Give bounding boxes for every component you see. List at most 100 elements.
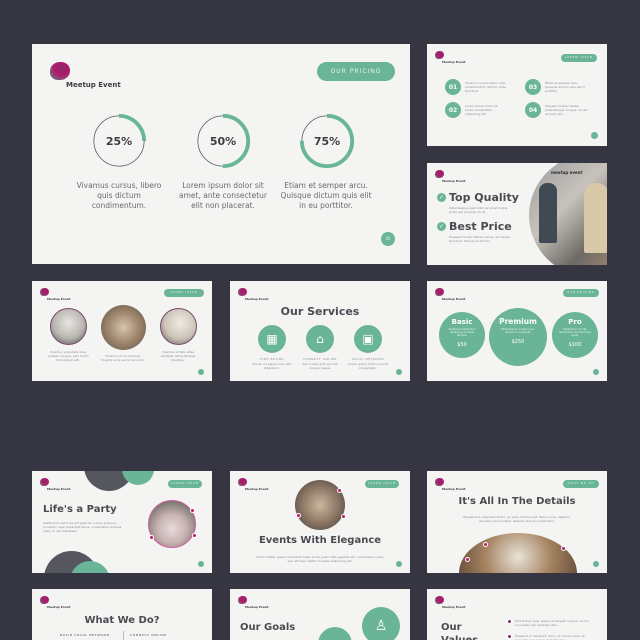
slide-what-we-do[interactable]: Meetup Event What We Do? Build Local Net… — [32, 589, 212, 640]
logo-mark-icon — [435, 596, 444, 604]
stat-ring-50: 50% — [194, 112, 252, 170]
photo-handle — [483, 542, 488, 547]
feature-text: Praesent mollis dictum lectus, qui fames… — [449, 235, 510, 243]
slide-pricing-stats[interactable]: Meetup Event Our Pricing 25% 50% 75% Viv… — [32, 44, 410, 264]
slide-title: Events With Elegance — [258, 535, 382, 546]
brand-name: Meetup Event — [47, 605, 71, 609]
brand-logo: Meetup Event — [435, 170, 495, 188]
list-number: 02 — [445, 102, 461, 118]
photo-handle — [465, 557, 470, 562]
logo-mark-icon — [50, 62, 70, 80]
plan-name: Basic — [451, 318, 473, 326]
slide-lifes-a-party[interactable]: Meetup Event Lorem ipsum Life's a Party … — [32, 471, 212, 573]
plan-basic[interactable]: Basic Vestibulum bibendum adipiscing sit… — [439, 312, 485, 358]
brand-logo: Meetup Event — [40, 288, 100, 306]
slide-text: Phasellus a imperdiet tortor, ac vena rh… — [463, 515, 571, 523]
logo-mark-icon — [435, 288, 444, 296]
slide-pricing-plans[interactable]: Meetup Event Our Pricing Basic Vestibulu… — [427, 281, 607, 381]
plan-price: $50 — [457, 342, 467, 348]
team-photo: meetup event — [529, 163, 607, 265]
slide-text: Vestibulum vehicula elit eget leo cursus… — [43, 521, 122, 533]
brand-logo: Meetup Event — [238, 288, 298, 306]
photo-handle — [337, 488, 342, 493]
brand-name: Meetup Event — [245, 297, 269, 301]
slide-title-line2: Values — [441, 635, 478, 640]
slide-our-values[interactable]: Meetup Event Our Values Sed dictum quis,… — [427, 589, 607, 640]
page-number-badge — [396, 561, 402, 567]
slide-photo-gallery[interactable]: Meetup Event Lorem ipsum Vivamus vulputa… — [32, 281, 212, 381]
slide-our-services[interactable]: Meetup Event Our Services ▦ ⌂ ▣ Time Bou… — [230, 281, 410, 381]
award-icon: ♙ — [362, 607, 400, 640]
check-icon: ✓ — [437, 222, 446, 231]
plan-pro[interactable]: Pro Vestibulum ut odio fermentum, tincid… — [552, 312, 598, 358]
stat-ring-25: 25% — [90, 112, 148, 170]
slide-events-elegance[interactable]: Meetup Event Lorem ipsum Events With Ele… — [230, 471, 410, 573]
header-pill-button[interactable]: Lorem ipsum — [168, 480, 202, 488]
brand-logo: Meetup Event — [435, 596, 495, 614]
list-item-text: Etiam et semper arcu, Quisque dictum qui… — [545, 81, 586, 93]
value-text: Praesent in hendrerit dolor, ut luctus l… — [515, 634, 585, 640]
header-pill-button[interactable]: Lorem ipsum — [561, 54, 597, 62]
devices-icon: ▣ — [354, 325, 382, 353]
header-pill-button[interactable]: Our Pricing — [563, 289, 599, 297]
logo-mark-icon — [40, 288, 49, 296]
service-text: Donec eu sapien sed nam bibendum. — [252, 362, 292, 370]
brand-name: Meetup Event — [47, 297, 71, 301]
plan-price: $100 — [568, 342, 582, 348]
list-item-text: Aliquam neque massa, pellentesque congue… — [545, 104, 588, 116]
stat-label: 75% — [313, 134, 341, 148]
logo-mark-icon — [238, 288, 247, 296]
slide-quality-price[interactable]: Meetup Event meetup event ✓ Top Quality … — [427, 163, 607, 265]
header-pill-button[interactable]: What We Do — [563, 480, 599, 488]
header-pill-button[interactable]: Lorem ipsum — [164, 289, 204, 297]
column-heading: Connect Online — [130, 633, 167, 637]
list-item-text: Lorem ipsum dolor sit amet, consectetur … — [465, 104, 498, 116]
list-item-text: Vivamus cursus libero quis condimentum d… — [465, 81, 506, 93]
brand-name: Meetup Event — [245, 487, 269, 491]
list-number: 01 — [445, 79, 461, 95]
list-number: 03 — [525, 79, 541, 95]
plan-premium[interactable]: Premium Pellentesque in ante lacus, laci… — [489, 308, 547, 366]
plan-name: Pro — [568, 318, 582, 326]
plan-text: Pellentesque in ante lacus, lacinia id c… — [501, 328, 535, 334]
brand-name: Meetup Event — [442, 487, 466, 491]
slide-numbered-list[interactable]: Meetup Event Lorem ipsum 01 Vivamus curs… — [427, 44, 607, 146]
value-text: Sed dictum quis, ipsum et feugiat congue… — [515, 619, 589, 627]
slide-text: Morbi mattis, ipsum hendrerit mollis por… — [256, 555, 384, 563]
brand-name: Meetup Event — [442, 179, 466, 183]
slide-details[interactable]: Meetup Event What We Do It's All In The … — [427, 471, 607, 573]
stat-text: Lorem ipsum dolor sit amet, ante consect… — [179, 181, 267, 210]
logo-mark-icon — [435, 478, 444, 486]
feature-text: Pellentesque eget nibh vel amet turpis p… — [449, 206, 508, 214]
header-pill-button[interactable]: Lorem ipsum — [365, 480, 399, 488]
event-photo — [160, 308, 197, 345]
page-number-badge: 05 — [381, 232, 395, 246]
photo-caption: Vivamus ut felis vitae volutpat. Tellus … — [160, 350, 196, 362]
slide-our-goals[interactable]: Meetup Event Our Goals ♙ — [230, 589, 410, 640]
photo-caption: Vivamus vulputate risus sodales congue, … — [47, 350, 89, 362]
stat-text: Vivamus cursus, libero quis dictum condi… — [76, 181, 162, 210]
photo-handle — [341, 514, 346, 519]
page-number-badge — [591, 132, 598, 139]
plan-text: Vestibulum bibendum adipiscing sit amet … — [448, 328, 476, 337]
photo-handle — [190, 508, 195, 513]
logo-mark-icon — [238, 478, 247, 486]
list-number: 04 — [525, 102, 541, 118]
bullet-icon — [507, 619, 512, 624]
brand-name: Meetup Event — [47, 487, 71, 491]
photo-person-right — [584, 183, 607, 253]
network-icon: ⌂ — [306, 325, 334, 353]
brand-name: Meetup Event — [245, 605, 269, 609]
service-text: Sed ornare erat sed nisi congue neque. — [302, 362, 338, 370]
our-pricing-button[interactable]: Our Pricing — [317, 62, 395, 81]
brand-logo: Meetup Event — [40, 596, 100, 614]
slide-title: Our Goals — [240, 622, 296, 633]
stat-label: 50% — [209, 134, 237, 148]
photo-person-left — [539, 183, 557, 243]
calendar-icon: ▦ — [258, 325, 286, 353]
stat-label: 25% — [105, 134, 133, 148]
page-number-badge — [198, 561, 204, 567]
slide-title-line1: Our — [441, 622, 462, 633]
plan-price: $250 — [511, 339, 525, 345]
logo-mark-icon — [238, 596, 247, 604]
